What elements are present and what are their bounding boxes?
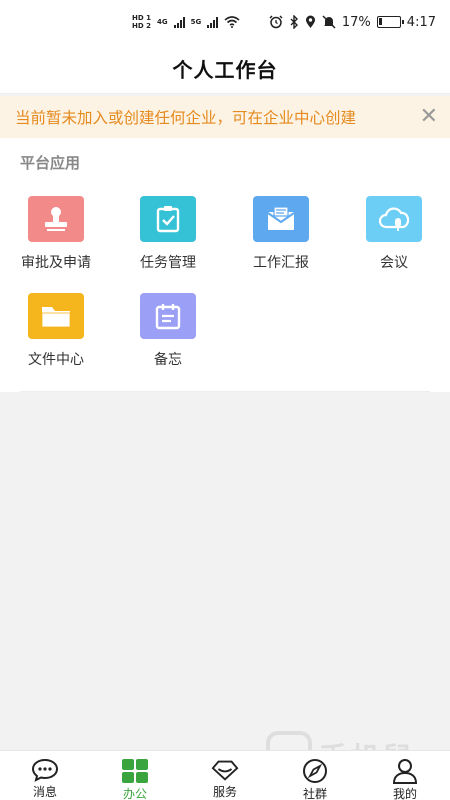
folder-icon: [28, 293, 84, 339]
bluetooth-icon: [290, 15, 298, 29]
stamp-icon: [28, 196, 84, 242]
chat-bubble-icon: [31, 758, 59, 782]
wifi-icon: [224, 16, 240, 28]
app-meeting[interactable]: 会议: [338, 196, 450, 282]
app-approval[interactable]: 审批及申请: [0, 196, 112, 282]
app-label: 工作汇报: [253, 255, 309, 271]
signal-icon: [173, 16, 185, 28]
status-right: 17% 4:17: [269, 15, 436, 30]
clock: 4:17: [406, 14, 436, 30]
status-bar: HD 1 HD 2 4G 5G 17% 4:17: [0, 0, 450, 44]
bottom-tab-bar: 消息 办公 服务 社群 我的: [0, 750, 450, 800]
network-5g-label: 5G: [190, 18, 202, 26]
tab-office[interactable]: 办公: [90, 751, 180, 800]
tab-community[interactable]: 社群: [270, 751, 360, 800]
app-label: 文件中心: [28, 352, 84, 368]
app-work-report[interactable]: 工作汇报: [225, 196, 337, 282]
person-icon: [391, 758, 419, 784]
grid-icon: [121, 758, 149, 784]
tab-label: 消息: [32, 785, 57, 799]
app-memo[interactable]: 备忘: [112, 293, 224, 379]
battery-icon: [376, 16, 404, 28]
compass-icon: [301, 758, 329, 784]
status-left: HD 1 HD 2 4G 5G: [132, 14, 240, 30]
cloud-mic-icon: [366, 196, 422, 242]
app-label: 审批及申请: [21, 255, 91, 271]
tab-messages[interactable]: 消息: [0, 751, 90, 800]
app-label: 会议: [380, 255, 408, 271]
tab-label: 社群: [302, 787, 327, 800]
alarm-icon: [269, 15, 283, 29]
battery-percent: 17%: [341, 14, 371, 30]
clipboard-check-icon: [140, 196, 196, 242]
app-label: 任务管理: [140, 255, 196, 271]
notice-banner: 当前暂未加入或创建任何企业，可在企业中心创建 ✕: [0, 96, 450, 138]
app-label: 备忘: [154, 352, 182, 368]
calendar-note-icon: [140, 293, 196, 339]
tab-label: 服务: [212, 785, 237, 799]
envelope-icon: [253, 196, 309, 242]
tab-label: 我的: [392, 787, 417, 800]
tab-mine[interactable]: 我的: [360, 751, 450, 800]
diamond-icon: [211, 758, 239, 782]
panel-divider: [20, 391, 430, 392]
close-icon[interactable]: ✕: [420, 106, 438, 128]
network-4g-label: 4G: [156, 18, 168, 26]
signal-icon: [207, 16, 219, 28]
tab-services[interactable]: 服务: [180, 751, 270, 800]
notice-text: 当前暂未加入或创建任何企业，可在企业中心创建: [15, 109, 357, 127]
section-title: 平台应用: [20, 154, 81, 172]
tab-label: 办公: [122, 787, 147, 800]
app-task-management[interactable]: 任务管理: [112, 196, 224, 282]
hd-indicators: HD 1 HD 2: [132, 14, 151, 30]
location-icon: [305, 15, 315, 28]
hd2-label: HD 2: [132, 22, 151, 30]
app-file-center[interactable]: 文件中心: [0, 293, 112, 379]
hd1-label: HD 1: [132, 14, 151, 22]
mute-icon: [322, 15, 336, 29]
platform-apps-panel: 平台应用 审批及申请 任务管理 工作汇报 会议 文件中心 备忘: [0, 138, 450, 392]
page-header: 个人工作台: [0, 44, 450, 94]
page-title: 个人工作台: [172, 58, 278, 82]
